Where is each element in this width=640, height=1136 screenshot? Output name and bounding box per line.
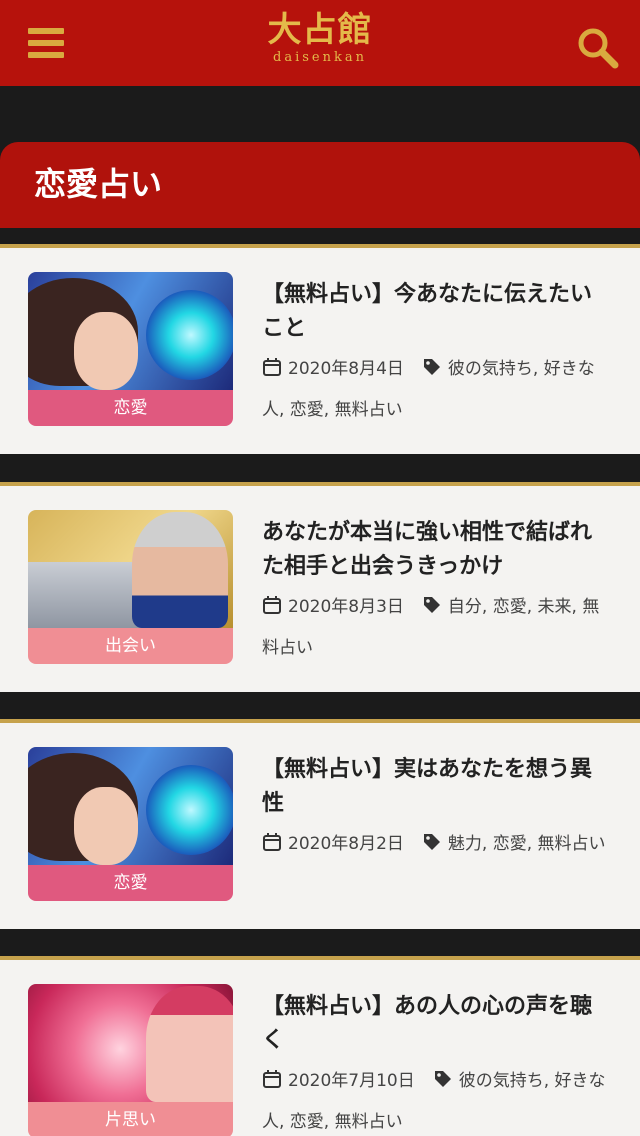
thumbnail-image xyxy=(28,984,233,1102)
post-card[interactable]: 恋愛 【無料占い】実はあなたを想う異性 2020年8月2日 魅力, 恋愛, 無料… xyxy=(0,719,640,929)
tag-icon xyxy=(422,353,442,391)
post-thumbnail[interactable]: 恋愛 xyxy=(28,747,233,901)
calendar-icon xyxy=(262,353,282,391)
post-tags[interactable]: 魅力, 恋愛, 無料占い xyxy=(448,834,606,854)
site-logo[interactable]: 大占館 daisenkan xyxy=(262,10,378,70)
post-meta: 2020年7月10日 彼の気持ち, 好きな人, 恋愛, 無料占い xyxy=(262,1062,612,1136)
page-title: 恋愛占い xyxy=(34,165,163,203)
post-card[interactable]: 恋愛 【無料占い】今あなたに伝えたいこと 2020年8月4日 彼の気持ち, 好き… xyxy=(0,244,640,454)
tag-icon xyxy=(422,591,442,629)
category-label[interactable]: 恋愛 xyxy=(28,390,233,426)
site-header: 大占館 daisenkan xyxy=(0,0,640,86)
calendar-icon xyxy=(262,828,282,866)
post-meta: 2020年8月4日 彼の気持ち, 好きな人, 恋愛, 無料占い xyxy=(262,350,612,429)
category-label[interactable]: 片思い xyxy=(28,1102,233,1136)
post-card[interactable]: 片思い 【無料占い】あの人の心の声を聴く 2020年7月10日 彼の気持ち, 好… xyxy=(0,956,640,1136)
thumbnail-image xyxy=(28,510,233,628)
post-meta: 2020年8月2日 魅力, 恋愛, 無料占い xyxy=(262,825,612,866)
post-thumbnail[interactable]: 恋愛 xyxy=(28,272,233,426)
search-icon[interactable] xyxy=(576,26,620,70)
logo-main-text: 大占館 xyxy=(267,10,373,50)
calendar-icon xyxy=(262,1065,282,1103)
category-label[interactable]: 恋愛 xyxy=(28,865,233,901)
category-label[interactable]: 出会い xyxy=(28,628,233,664)
post-card[interactable]: 出会い あなたが本当に強い相性で結ばれた相手と出会うきっかけ 2020年8月3日… xyxy=(0,482,640,692)
post-date: 2020年8月4日 xyxy=(288,359,404,379)
logo-sub-text: daisenkan xyxy=(273,50,367,65)
post-thumbnail[interactable]: 片思い xyxy=(28,984,233,1136)
post-date: 2020年7月10日 xyxy=(288,1071,415,1091)
thumbnail-image xyxy=(28,272,233,390)
post-title[interactable]: 【無料占い】あの人の心の声を聴く xyxy=(262,990,612,1058)
post-title[interactable]: 【無料占い】今あなたに伝えたいこと xyxy=(262,278,612,346)
post-date: 2020年8月3日 xyxy=(288,597,404,617)
thumbnail-image xyxy=(28,747,233,865)
calendar-icon xyxy=(262,591,282,629)
post-date: 2020年8月2日 xyxy=(288,834,404,854)
post-title[interactable]: 【無料占い】実はあなたを想う異性 xyxy=(262,753,612,821)
hamburger-menu-icon[interactable] xyxy=(28,28,64,58)
post-thumbnail[interactable]: 出会い xyxy=(28,510,233,664)
post-title[interactable]: あなたが本当に強い相性で結ばれた相手と出会うきっかけ xyxy=(262,516,612,584)
tag-icon xyxy=(422,828,442,866)
post-meta: 2020年8月3日 自分, 恋愛, 未来, 無料占い xyxy=(262,588,612,667)
category-header: 恋愛占い xyxy=(0,142,640,228)
tag-icon xyxy=(433,1065,453,1103)
